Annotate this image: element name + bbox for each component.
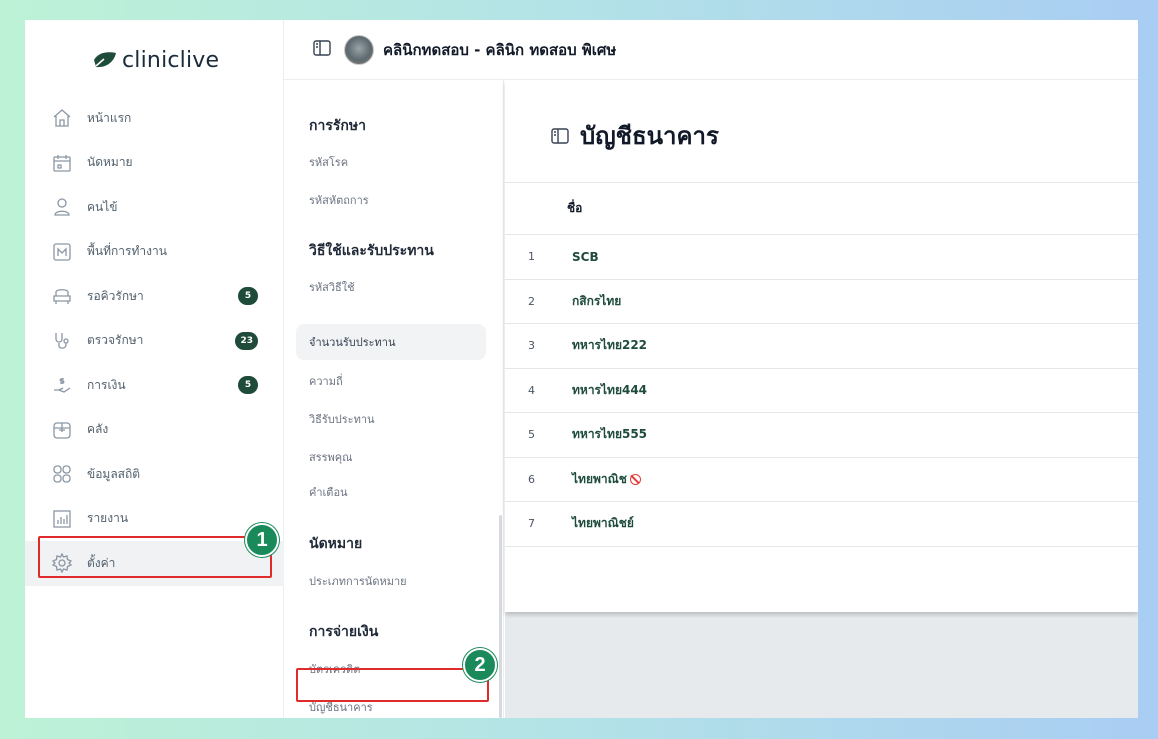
submenu-item-procedure-code[interactable]: รหัสหัตถการ <box>309 191 369 209</box>
bank-name[interactable]: กสิกรไทย <box>572 292 621 311</box>
box-icon <box>51 419 73 441</box>
sidebar-item-inventory[interactable]: คลัง <box>25 408 284 453</box>
submenu-item-usage-code[interactable]: รหัสวิธีใช้ <box>309 278 355 296</box>
row-index: 7 <box>528 517 535 531</box>
submenu-item-disease-code[interactable]: รหัสโรค <box>309 153 348 171</box>
submenu-item-bank-account[interactable]: บัญชีธนาคาร <box>309 698 373 716</box>
sidebar-item-finance[interactable]: การเงิน 5 <box>25 363 284 408</box>
calendar-icon <box>51 152 73 174</box>
logo-text: cliniclive <box>122 47 220 73</box>
row-index: 2 <box>528 294 535 308</box>
submenu-group-usage: วิธีใช้และรับประทาน <box>309 243 434 259</box>
row-index: 6 <box>528 472 535 486</box>
sidebar-item-label: พื้นที่การทำงาน <box>87 244 167 259</box>
submenu-item-warnings[interactable]: คำเตือน <box>309 483 348 501</box>
sidebar-item-label: คนไข้ <box>87 199 118 214</box>
submenu-item-credit-card[interactable]: บัตรเครดิต <box>309 660 360 678</box>
workspace-icon <box>51 241 73 263</box>
table-row[interactable]: 7 ไทยพาณิชย์ <box>505 502 1138 547</box>
sidebar-item-treatment[interactable]: ตรวจรักษา 23 <box>25 319 284 364</box>
gear-icon <box>51 552 73 574</box>
treatment-count-badge: 23 <box>235 331 258 350</box>
submenu-item-appointment-types[interactable]: ประเภทการนัดหมาย <box>309 572 407 590</box>
table-row[interactable]: 6 ไทยพาณิช <box>505 458 1138 502</box>
clinic-name[interactable]: คลินิกทดสอบ - คลินิก ทดสอบ พิเศษ <box>383 38 616 62</box>
bank-name[interactable]: ไทยพาณิชย์ <box>572 514 634 533</box>
sidebar-item-label: หน้าแรก <box>87 110 132 125</box>
submenu-scrollbar[interactable] <box>499 515 502 718</box>
finance-count-badge: 5 <box>238 376 258 395</box>
grid-icon <box>51 463 73 485</box>
row-index: 1 <box>528 250 535 264</box>
queue-count-badge: 5 <box>238 287 258 306</box>
sidebar-nav: หน้าแรก นัดหมาย คนไข้ พื้นที่การทำงาน รอ… <box>25 96 284 586</box>
table-row[interactable]: 1 SCB <box>505 235 1138 280</box>
sidebar-toggle-icon[interactable] <box>312 38 332 62</box>
main-content: บัญชีธนาคาร ชื่อ 1 SCB 2 กสิกรไทย 3 ทหาร… <box>505 80 1138 718</box>
bank-name[interactable]: ทหารไทย444 <box>572 381 647 400</box>
settings-submenu: การรักษา รหัสโรค รหัสหัตถการ วิธีใช้และร… <box>284 80 504 718</box>
row-index: 5 <box>528 428 535 442</box>
sidebar-item-label: ตรวจรักษา <box>87 333 144 348</box>
sidebar-item-settings[interactable]: ตั้งค่า <box>25 541 284 586</box>
sidebar: cliniclive หน้าแรก นัดหมาย คนไข้ พื้นที่… <box>25 20 284 718</box>
bank-name[interactable]: ทหารไทย222 <box>572 336 647 355</box>
table-row[interactable]: 2 กสิกรไทย <box>505 280 1138 324</box>
report-icon <box>51 508 73 530</box>
row-index: 3 <box>528 339 535 353</box>
step-1-marker: 1 <box>245 523 279 557</box>
submenu-group-payment: การจ่ายเงิน <box>309 624 379 640</box>
sidebar-item-label: ตั้งค่า <box>87 555 116 570</box>
table-row[interactable]: 3 ทหารไทย222 <box>505 324 1138 369</box>
submenu-item-frequency[interactable]: ความถี่ <box>309 372 343 390</box>
sidebar-item-patients[interactable]: คนไข้ <box>25 185 284 230</box>
logo[interactable]: cliniclive <box>92 44 219 76</box>
sidebar-item-label: ข้อมูลสถิติ <box>87 466 141 481</box>
sidebar-item-label: คลัง <box>87 422 109 437</box>
money-hand-icon <box>51 374 73 396</box>
sidebar-item-label: นัดหมาย <box>87 155 133 170</box>
logo-mark-icon <box>94 52 116 68</box>
clinic-avatar[interactable] <box>344 34 374 65</box>
column-header-name[interactable]: ชื่อ <box>567 199 582 218</box>
bank-account-card: บัญชีธนาคาร ชื่อ 1 SCB 2 กสิกรไทย 3 ทหาร… <box>505 80 1138 612</box>
step-2-marker: 2 <box>463 648 497 682</box>
user-icon <box>51 196 73 218</box>
bank-name[interactable]: ทหารไทย555 <box>572 425 647 444</box>
top-header: คลินิกทดสอบ - คลินิก ทดสอบ พิเศษ <box>284 20 1138 80</box>
submenu-item-dose-amount[interactable]: จำนวนรับประทาน <box>296 324 486 360</box>
bank-name[interactable]: ไทยพาณิช <box>572 470 641 489</box>
table-header: ชื่อ <box>505 182 1138 235</box>
sidebar-item-label: รายงาน <box>87 511 129 526</box>
row-index: 4 <box>528 383 535 397</box>
page-title: บัญชีธนาคาร <box>550 116 719 155</box>
app-window: cliniclive หน้าแรก นัดหมาย คนไข้ พื้นที่… <box>25 20 1138 718</box>
home-icon <box>51 107 73 129</box>
submenu-item-intake-method[interactable]: วิธีรับประทาน <box>309 410 375 428</box>
sofa-icon <box>51 285 73 307</box>
table-row[interactable]: 4 ทหารไทย444 <box>505 369 1138 413</box>
sidebar-item-statistics[interactable]: ข้อมูลสถิติ <box>25 452 284 497</box>
table-row[interactable]: 5 ทหารไทย555 <box>505 413 1138 458</box>
submenu-group-treatment: การรักษา <box>309 118 366 134</box>
sidebar-item-queue[interactable]: รอคิวรักษา 5 <box>25 274 284 319</box>
sidebar-item-label: การเงิน <box>87 377 126 392</box>
submenu-group-appointments: นัดหมาย <box>309 536 363 552</box>
disabled-icon <box>629 473 641 485</box>
sidebar-item-appointments[interactable]: นัดหมาย <box>25 141 284 186</box>
bank-name[interactable]: SCB <box>572 250 599 264</box>
submenu-item-properties[interactable]: สรรพคุณ <box>309 448 352 466</box>
sidebar-item-home[interactable]: หน้าแรก <box>25 96 284 141</box>
sidebar-item-label: รอคิวรักษา <box>87 288 144 303</box>
panel-icon <box>551 127 569 144</box>
page-title-text: บัญชีธนาคาร <box>580 122 719 150</box>
sidebar-item-workspace[interactable]: พื้นที่การทำงาน <box>25 230 284 275</box>
stethoscope-icon <box>51 330 73 352</box>
bank-account-table: ชื่อ 1 SCB 2 กสิกรไทย 3 ทหารไทย222 4 ทหา… <box>505 182 1138 547</box>
